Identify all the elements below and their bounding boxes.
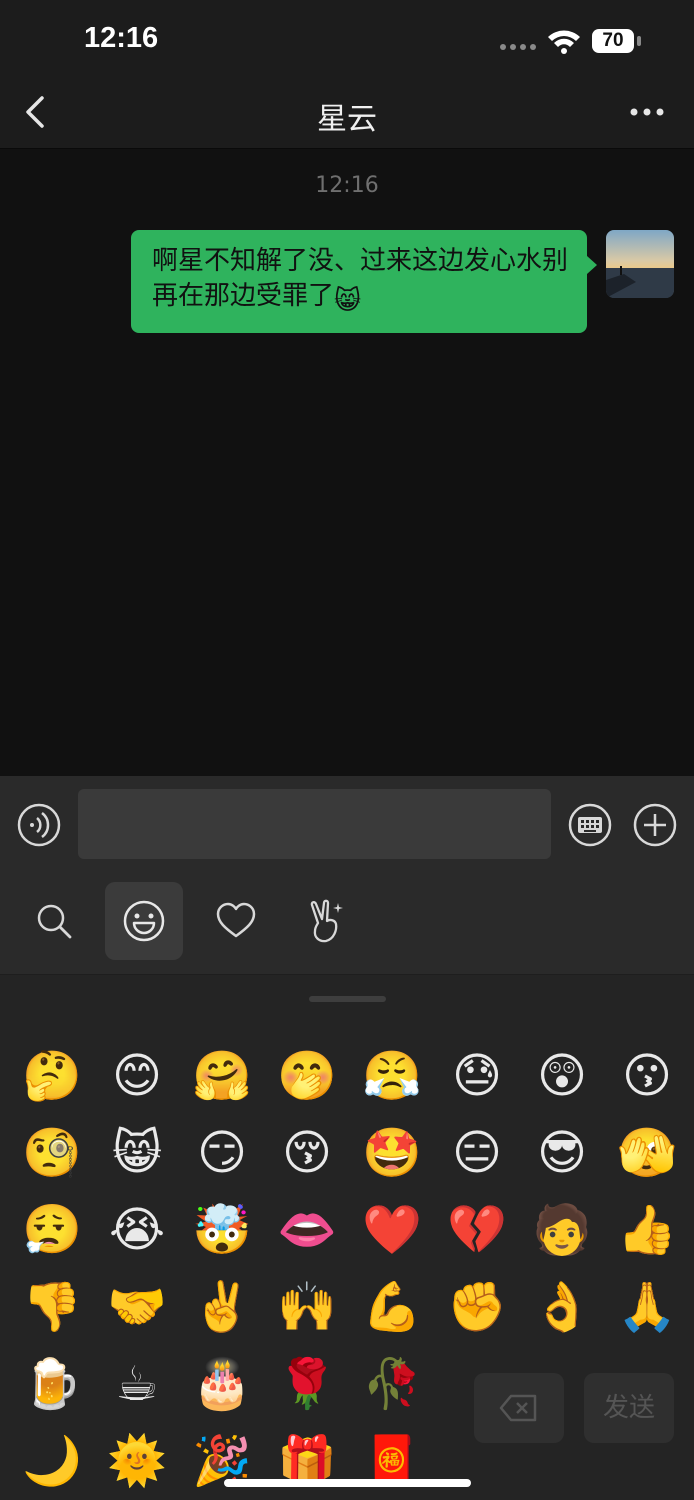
message-timestamp: 12:16 [315,173,379,198]
battery-indicator: 70 [592,29,634,53]
chat-title: 星云 [317,102,377,137]
voice-button[interactable] [16,802,62,848]
emoji-item[interactable]: 🤗 [182,1041,262,1111]
emoji-item[interactable]: 🌙 [12,1426,92,1496]
voice-icon [17,803,61,847]
emoji-item[interactable]: 🍺 [12,1349,92,1419]
emoji-item[interactable]: 🤩 [352,1118,432,1188]
backspace-icon [499,1394,537,1422]
heart-icon [216,902,256,938]
send-button[interactable]: 发送 [584,1373,674,1443]
more-button[interactable] [624,90,670,134]
victory-hand-icon [310,899,343,943]
emoji-item[interactable]: 😭 [97,1195,177,1265]
emoji-item[interactable]: 🙏 [607,1272,687,1342]
emoji-item[interactable]: 😮‍💨 [12,1195,92,1265]
emoji-item[interactable]: 🧑 [522,1195,602,1265]
emoji-item[interactable]: 😊 [97,1041,177,1111]
emoji-item[interactable]: 👌 [522,1272,602,1342]
cellular-signal-icon [500,44,536,50]
message-bubble-self[interactable]: 啊星不知解了没、过来这边发心水别再在那边受罪了😸 [131,230,587,333]
keyboard-button[interactable] [567,802,613,848]
emoji-item[interactable]: 👎 [12,1272,92,1342]
emoji-item[interactable]: 🧐 [12,1118,92,1188]
emoji-item[interactable]: 🤝 [97,1272,177,1342]
emoji-item[interactable]: 😤 [352,1041,432,1111]
cat-emoji-icon: 😸 [334,286,362,316]
tab-favorites[interactable] [197,882,275,960]
tab-emoji[interactable] [105,882,183,960]
emoji-panel: 🤔 😊 🤗 🤭 😤 😓 😲 😗 🧐 😸 😏 😚 🤩 😑 😎 🫣 😮‍💨 😭 🤯 … [0,975,694,1500]
emoji-item[interactable]: 👍 [607,1195,687,1265]
emoji-item[interactable]: 🫣 [607,1118,687,1188]
emoji-item[interactable]: 😗 [607,1041,687,1111]
avatar-sea-image [606,230,674,298]
tab-search[interactable] [15,882,93,960]
status-time: 12:16 [84,22,159,54]
smiley-icon [123,900,165,942]
message-input[interactable] [78,789,551,859]
emoji-tab-bar [0,874,694,975]
more-functions-button[interactable] [632,802,678,848]
chat-area[interactable]: 12:16 啊星不知解了没、过来这边发心水别再在那边受罪了😸 [0,149,694,775]
emoji-item[interactable]: 😓 [437,1041,517,1111]
bubble-tail [587,256,597,274]
keyboard-icon [568,803,612,847]
emoji-item[interactable]: 😚 [267,1118,347,1188]
home-indicator[interactable] [224,1479,471,1487]
emoji-item[interactable]: ✌️ [182,1272,262,1342]
plus-icon [633,803,677,847]
battery-tip [637,36,641,46]
nav-bar: 星云 [0,80,694,149]
emoji-item[interactable]: 🤯 [182,1195,262,1265]
emoji-item[interactable]: 😏 [182,1118,262,1188]
emoji-item[interactable]: 🎂 [182,1349,262,1419]
emoji-item[interactable]: 😎 [522,1118,602,1188]
drag-handle[interactable] [309,996,386,1002]
avatar[interactable] [606,230,674,298]
backspace-button[interactable] [474,1373,564,1443]
tab-stickers[interactable] [287,882,365,960]
emoji-item[interactable]: 🌹 [267,1349,347,1419]
emoji-item[interactable]: ✊ [437,1272,517,1342]
emoji-item[interactable]: 🥀 [352,1349,432,1419]
search-icon [37,904,72,939]
emoji-item[interactable]: 😸 [97,1118,177,1188]
emoji-item[interactable]: 🌞 [97,1426,177,1496]
emoji-item[interactable]: ❤️ [352,1195,432,1265]
wifi-icon [548,30,580,54]
input-bar [0,776,694,874]
emoji-item[interactable]: 🙌 [267,1272,347,1342]
emoji-item[interactable]: 🤭 [267,1041,347,1111]
emoji-item[interactable]: ☕ [97,1349,177,1419]
more-dots-icon [630,108,664,116]
emoji-item[interactable]: 😑 [437,1118,517,1188]
status-bar: 12:16 70 [0,0,694,80]
emoji-item[interactable]: 👄 [267,1195,347,1265]
emoji-item[interactable]: 💔 [437,1195,517,1265]
emoji-item[interactable]: 🤔 [12,1041,92,1111]
emoji-item[interactable]: 😲 [522,1041,602,1111]
emoji-item[interactable]: 💪 [352,1272,432,1342]
